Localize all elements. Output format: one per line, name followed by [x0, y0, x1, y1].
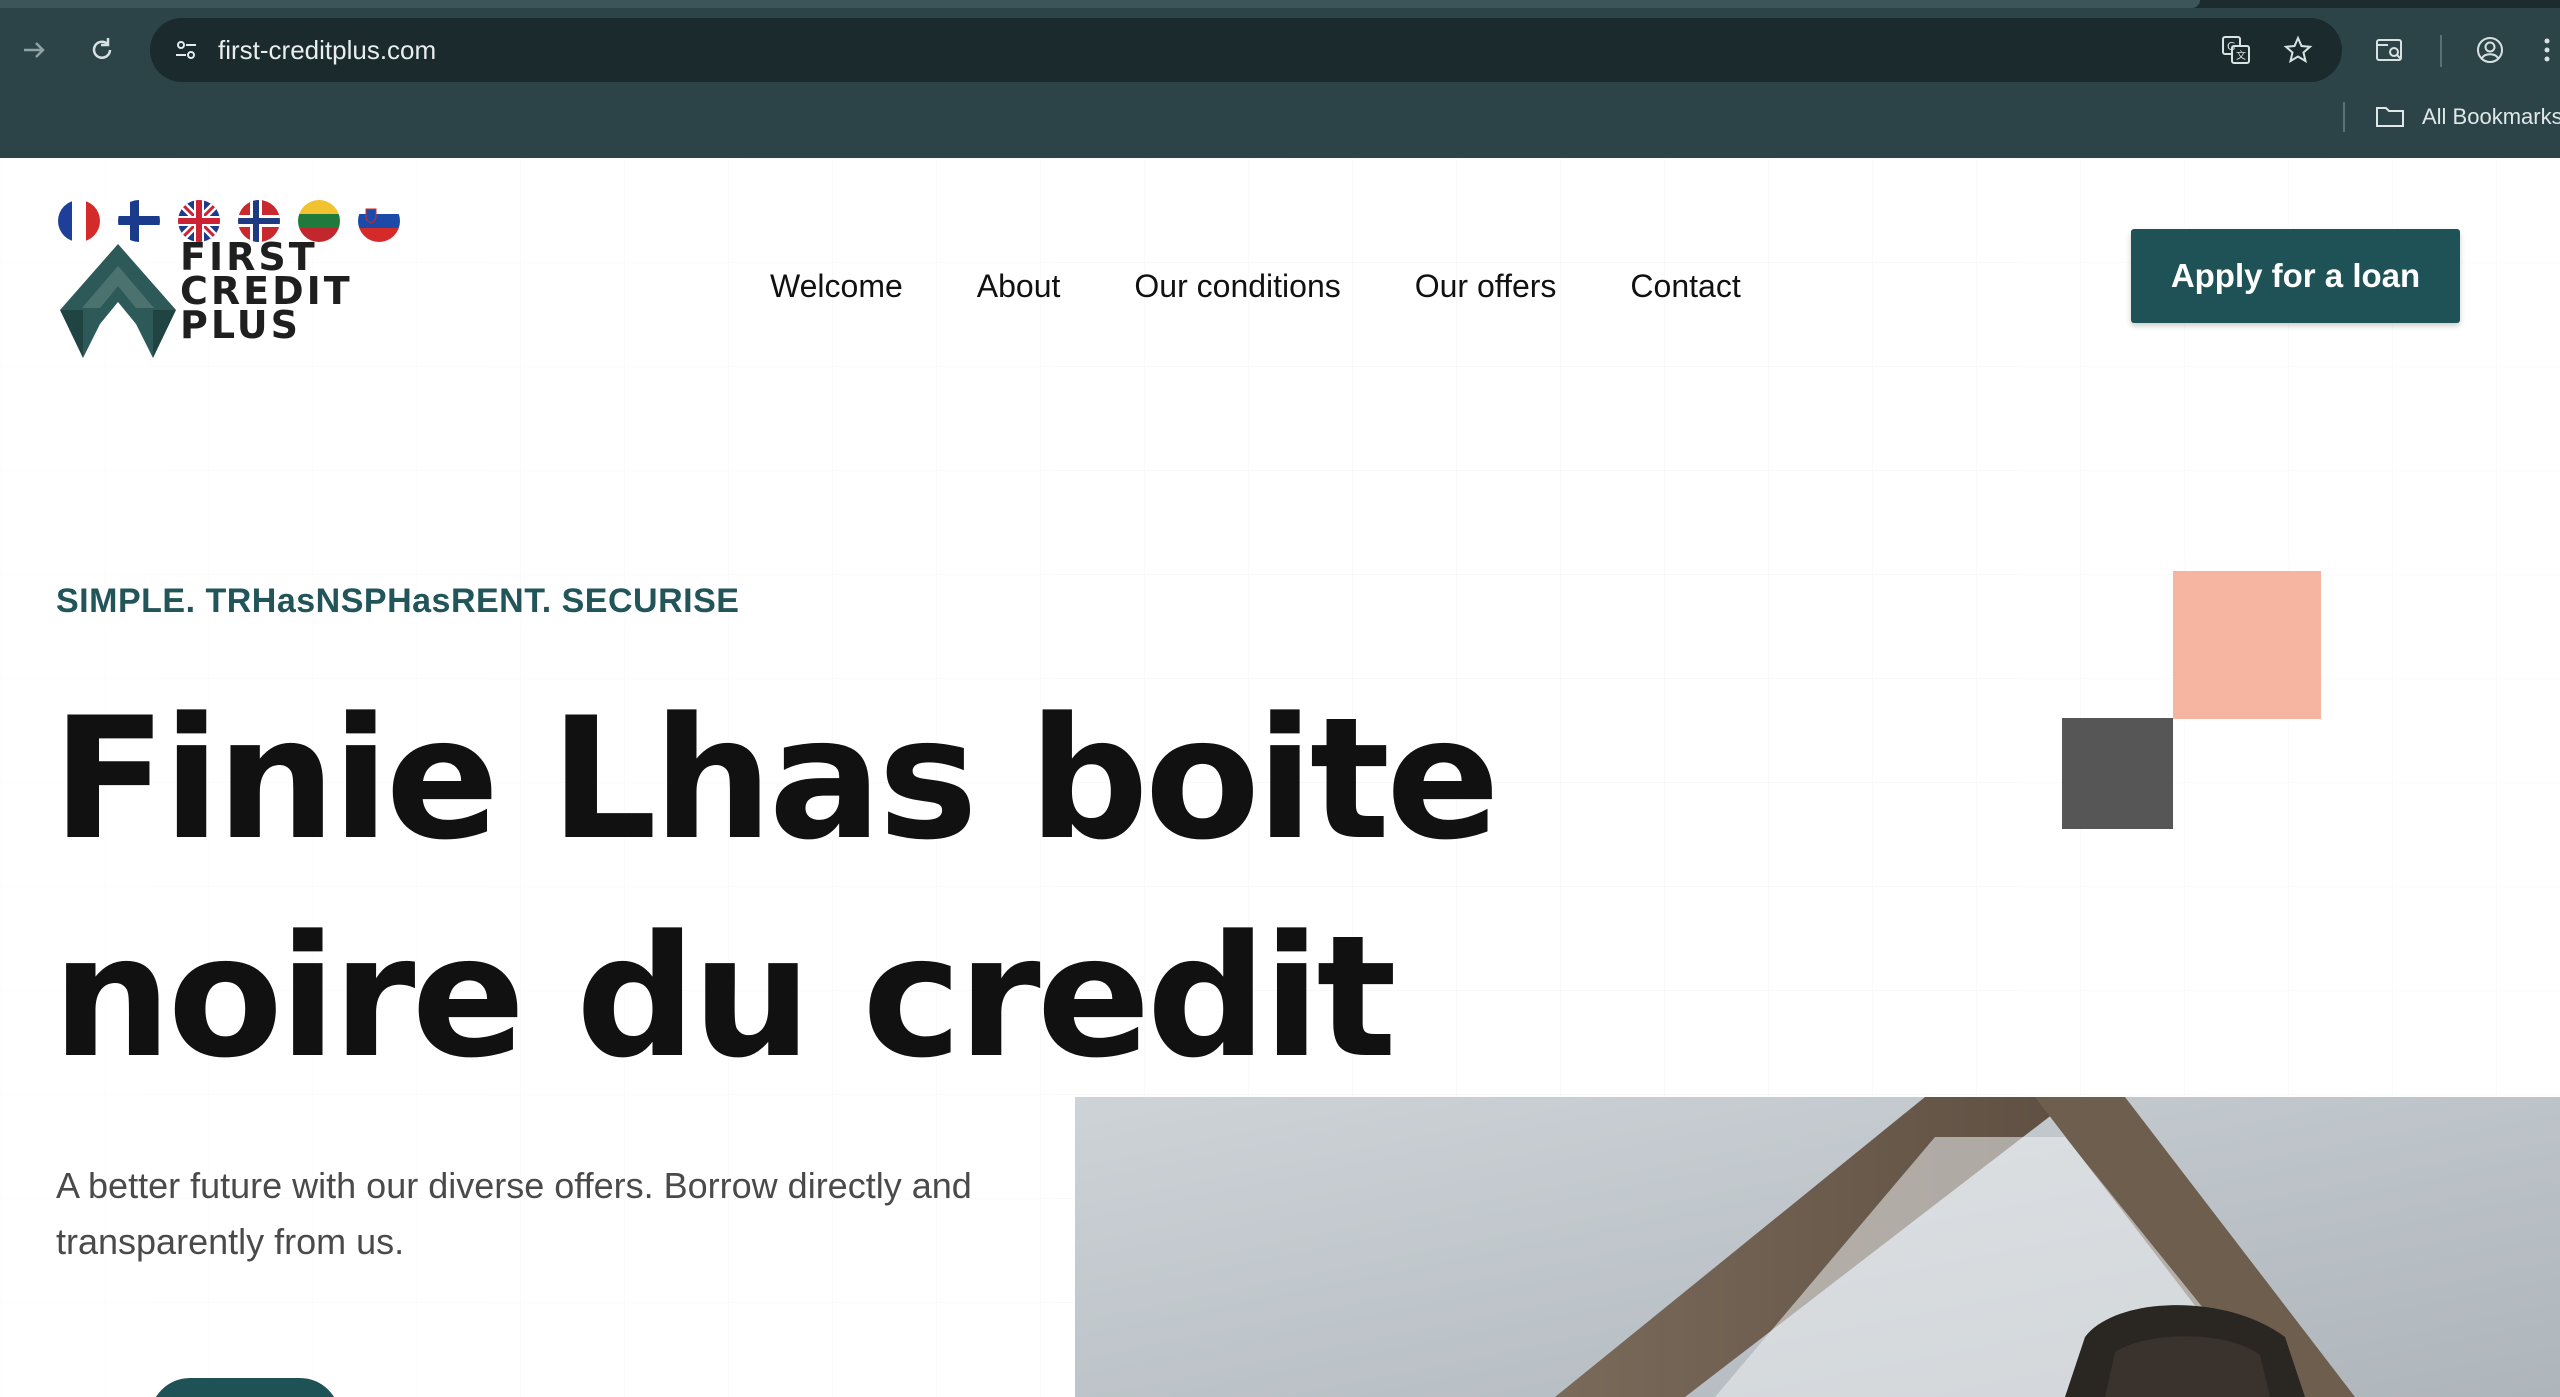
site-logo[interactable]: FIRST CREDIT PLUS	[58, 238, 368, 370]
bookmarks-separator	[2343, 102, 2345, 132]
all-bookmarks-label[interactable]: All Bookmarks	[2422, 102, 2560, 132]
nav-contact[interactable]: Contact	[1630, 256, 1740, 316]
logo-wordmark: FIRST CREDIT PLUS	[180, 238, 353, 347]
logo-line-3: PLUS	[180, 303, 301, 347]
translate-icon[interactable]: G文	[2218, 32, 2254, 68]
hero-headline-line-1: Finie Lhas boite	[52, 681, 1500, 877]
flag-fr-icon[interactable]	[58, 200, 100, 242]
flag-si-icon[interactable]	[358, 200, 400, 242]
toolbar-separator	[2440, 35, 2442, 67]
decorative-square-gray	[2062, 718, 2173, 829]
hero-decorative-circle	[150, 1378, 340, 1397]
star-icon[interactable]	[2280, 32, 2316, 68]
nav-our-offers[interactable]: Our offers	[1415, 256, 1557, 316]
nav-welcome[interactable]: Welcome	[770, 256, 903, 316]
svg-text:文: 文	[2236, 49, 2246, 62]
decorative-square-salmon	[2173, 571, 2321, 719]
hero-headline: Finie Lhas boite noire du credit	[52, 670, 1652, 1106]
flag-fi-icon[interactable]	[118, 200, 160, 242]
hero-tagline: SIMPLE. TRHasNSPHasRENT. SECURISE	[56, 582, 740, 620]
svg-text:G: G	[2227, 40, 2236, 53]
hero-image	[1075, 1097, 2560, 1397]
apply-for-loan-button[interactable]: Apply for a loan	[2131, 229, 2460, 323]
hero-headline-line-2: noire du credit	[52, 899, 1397, 1095]
tab-search-icon[interactable]	[2368, 28, 2412, 72]
url-text[interactable]: first-creditplus.com	[218, 18, 436, 82]
nav-our-conditions[interactable]: Our conditions	[1134, 256, 1340, 316]
site-settings-icon[interactable]	[168, 32, 204, 68]
nav-about[interactable]: About	[977, 256, 1061, 316]
browser-chrome: first-creditplus.com G文 All Bookmarks	[0, 0, 2560, 158]
active-tab-edge	[0, 0, 2200, 8]
reload-icon[interactable]	[80, 28, 124, 72]
forward-icon[interactable]	[12, 28, 56, 72]
folder-icon[interactable]	[2375, 104, 2405, 128]
profile-icon[interactable]	[2468, 28, 2512, 72]
menu-icon[interactable]	[2534, 28, 2560, 72]
web-page: FIRST CREDIT PLUS Welcome About Our cond…	[0, 158, 2560, 1397]
main-nav: Welcome About Our conditions Our offers …	[770, 256, 1815, 316]
hero-subtext: A better future with our diverse offers.…	[56, 1165, 972, 1262]
address-bar[interactable]: first-creditplus.com G文	[150, 18, 2342, 82]
